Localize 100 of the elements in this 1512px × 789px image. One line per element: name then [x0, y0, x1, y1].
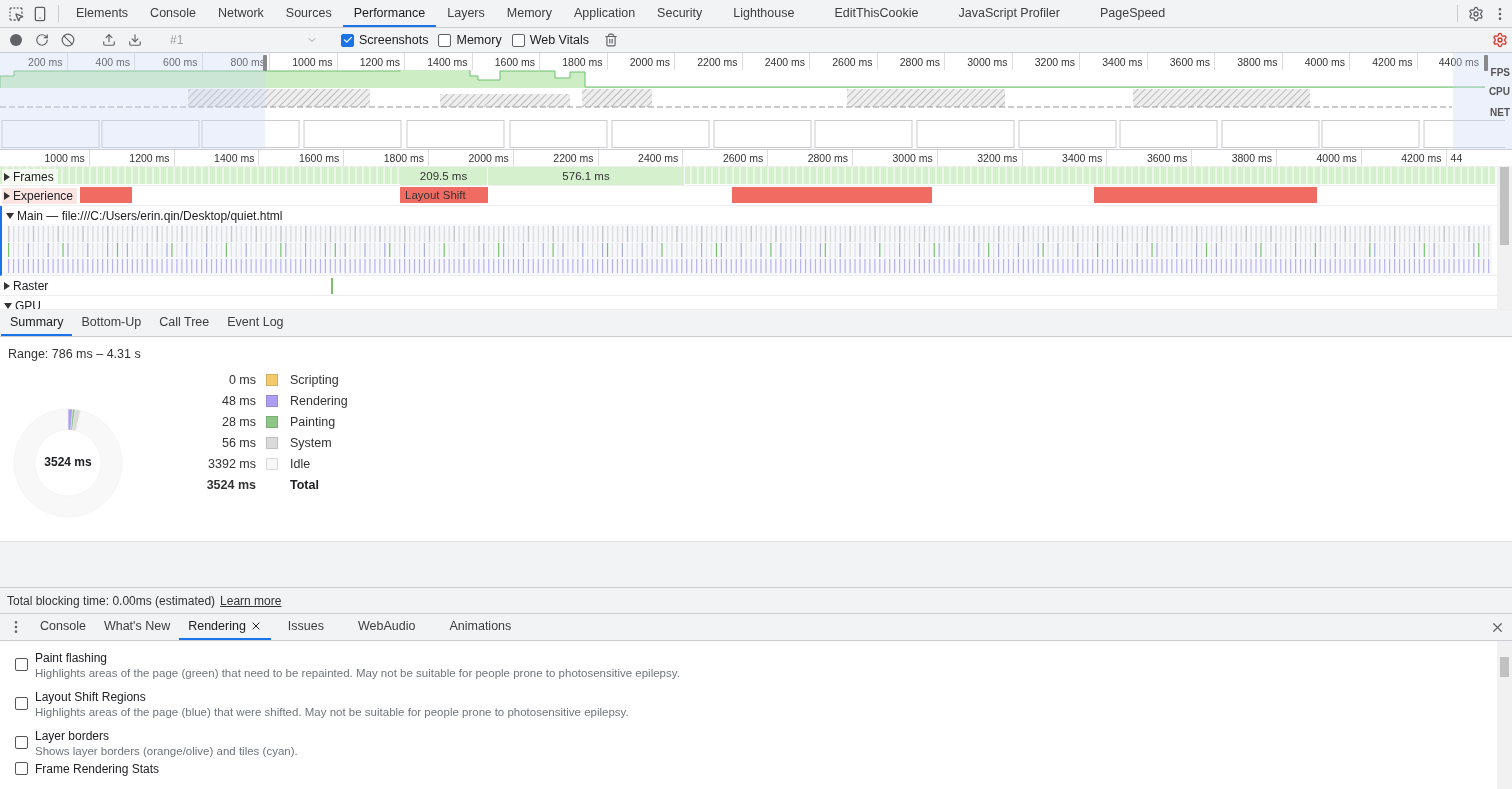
option-title: Frame Rendering Stats — [35, 762, 160, 776]
tick-label: 3200 ms — [977, 152, 1018, 164]
track-label: NET — [1490, 107, 1510, 118]
checkbox[interactable] — [15, 658, 28, 671]
option-description: Shows layer borders (orange/olive) and tiles (cyan). — [35, 744, 298, 757]
legend-value: 48 ms — [220, 394, 256, 408]
legend-value: 3392 ms — [207, 457, 256, 471]
legend-value: 28 ms — [220, 415, 256, 429]
tick-label: 2400 ms — [638, 152, 679, 164]
checkbox[interactable] — [438, 33, 452, 47]
tick-label: 4000 ms — [1316, 152, 1357, 164]
panel-tab[interactable]: Console — [139, 0, 207, 27]
legend-label: Idle — [290, 457, 312, 471]
range-handle[interactable] — [1484, 55, 1488, 71]
legend-value: 0 ms — [227, 373, 256, 387]
tick-label: 1800 ms — [562, 55, 603, 68]
tick-label: 2200 ms — [553, 152, 594, 164]
track-label: FPS — [1490, 67, 1510, 78]
scrollbar[interactable] — [1497, 641, 1512, 789]
tick-label: 200 ms — [28, 55, 63, 68]
tick-label: 4200 ms — [1372, 55, 1413, 68]
tick-label: 400 ms — [95, 55, 130, 68]
tick-label: 3800 ms — [1231, 152, 1272, 164]
tick-label: 4400 ms — [1438, 55, 1479, 68]
tick-label: 2000 ms — [629, 55, 670, 68]
panel-tab[interactable]: PageSpeed — [1079, 0, 1186, 27]
track-label[interactable]: Experience — [2, 188, 78, 204]
total-value: 3524 ms — [205, 478, 256, 492]
legend-label: Scripting — [290, 373, 340, 387]
checkbox[interactable] — [15, 762, 28, 775]
range-handle[interactable] — [263, 55, 267, 71]
option-title: Layer borders — [35, 728, 111, 743]
tick-label: 2400 ms — [764, 55, 805, 68]
range-text: Range: 786 ms – 4.31 s — [8, 347, 142, 361]
checkbox[interactable] — [15, 697, 28, 710]
donut-total: 3524 ms — [43, 455, 93, 469]
drawer-tab[interactable]: Animations — [432, 614, 529, 640]
tick-label: 600 ms — [163, 55, 198, 68]
frame-block[interactable]: 576.1 ms — [488, 167, 685, 185]
tick-label: 2800 ms — [899, 55, 940, 68]
details-tab[interactable]: Bottom-Up — [72, 310, 151, 336]
track-label: CPU — [1488, 86, 1510, 97]
tick-label: 1000 ms — [44, 152, 85, 164]
drawer-tab[interactable]: WebAudio — [341, 614, 433, 640]
tick-label: 1200 ms — [359, 55, 400, 68]
checkbox-label: Web Vitals — [529, 33, 589, 47]
legend-label: Painting — [290, 415, 337, 429]
drawer-tab[interactable]: Issues — [270, 614, 341, 640]
option-title: Paint flashing — [35, 650, 109, 665]
tick-label: 44 — [1450, 152, 1463, 164]
tick-label: 1400 ms — [214, 152, 255, 164]
checkbox[interactable] — [511, 33, 525, 47]
tick-label: 2600 ms — [722, 152, 764, 164]
checkbox-label: Memory — [456, 33, 502, 47]
tick-label: 4000 ms — [1304, 55, 1345, 68]
checkbox[interactable] — [15, 736, 28, 749]
tick-label: 3400 ms — [1062, 152, 1103, 164]
layout-shift-bar[interactable]: Layout Shift — [400, 187, 488, 203]
tick-label: 1400 ms — [427, 55, 468, 68]
tick-label: 3200 ms — [1034, 55, 1075, 68]
option-description: Highlights areas of the page (green) that need to be repainted. May not be suitable for people prone to photosensitive epilepsy. — [35, 666, 680, 679]
tick-label: 3000 ms — [967, 55, 1008, 68]
panel-tab[interactable]: Lighthouse — [713, 0, 815, 27]
panel-tab[interactable]: Security — [646, 0, 714, 27]
panel-tab[interactable]: JavaScript Profiler — [938, 0, 1080, 27]
tick-label: 1000 ms — [292, 55, 333, 68]
drawer-tab[interactable]: Console — [31, 614, 95, 640]
legend-label: System — [290, 436, 333, 450]
tick-label: 1200 ms — [129, 152, 170, 164]
tick-label: 3600 ms — [1169, 55, 1210, 68]
panel-tab[interactable]: Network — [207, 0, 275, 27]
panel-tab[interactable]: EditThisCookie — [814, 0, 939, 27]
panel-tab[interactable]: Sources — [274, 0, 343, 27]
blocking-time-text: Total blocking time: 0.00ms (estimated) — [7, 593, 216, 608]
panel-tab[interactable]: Layers — [436, 0, 496, 27]
track-label[interactable]: Frames — [2, 169, 58, 185]
learn-more-link[interactable]: Learn more — [220, 593, 282, 608]
tick-label: 1600 ms — [298, 152, 340, 164]
option-description: Highlights areas of the page (blue) that were shifted. May not be suitable for people prone to photosensitive epilepsy. — [35, 705, 629, 718]
tick-label: 3000 ms — [892, 152, 933, 164]
drawer-tab[interactable]: What's New — [94, 614, 180, 640]
tick-label: 4200 ms — [1401, 152, 1442, 164]
tick-label: 3400 ms — [1102, 55, 1143, 68]
checkbox-label: Screenshots — [359, 33, 429, 47]
tick-label: 1800 ms — [383, 152, 424, 164]
tick-label: 2800 ms — [807, 152, 848, 164]
checkbox[interactable] — [341, 33, 354, 47]
scrollbar[interactable] — [1497, 167, 1512, 309]
details-tab[interactable]: Call Tree — [150, 310, 219, 336]
frame-block[interactable]: 209.5 ms — [400, 167, 488, 185]
panel-tab[interactable]: Memory — [495, 0, 563, 27]
tick-label: 1600 ms — [494, 55, 535, 68]
panel-tab[interactable]: Application — [562, 0, 647, 27]
details-tab[interactable]: Event Log — [218, 310, 293, 336]
tick-label: 2200 ms — [697, 55, 738, 68]
legend-label: Rendering — [290, 394, 348, 408]
legend-value: 56 ms — [220, 436, 256, 450]
panel-tab[interactable]: Elements — [65, 0, 140, 27]
tick-label: 2600 ms — [832, 55, 873, 68]
raster-event-mark — [331, 278, 333, 294]
